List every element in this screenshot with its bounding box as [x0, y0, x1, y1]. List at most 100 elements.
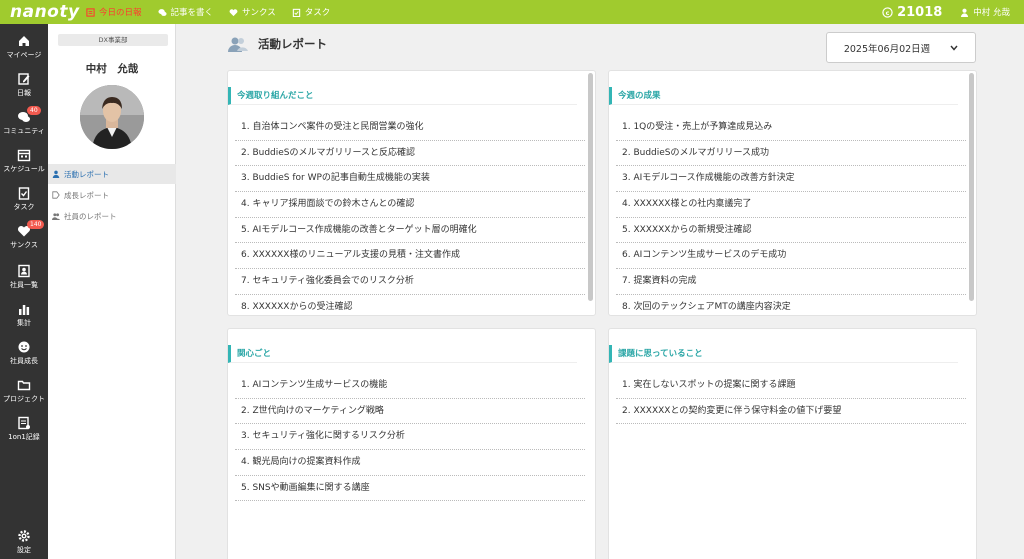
sidebar-item-daily[interactable]: 日報	[0, 72, 48, 98]
diary-icon	[86, 7, 95, 17]
thanks-badge: 140	[27, 220, 45, 229]
list-item: 2. BuddieSのメルマガリリースと反応確認	[235, 141, 585, 167]
points-value: 21018	[897, 4, 943, 20]
user-icon	[52, 170, 60, 178]
user-menu[interactable]: 中村 允哉	[960, 6, 1010, 18]
sidebar-item-task[interactable]: タスク	[0, 186, 48, 212]
community-badge: 40	[27, 106, 41, 115]
top-right: c 21018 中村 允哉	[882, 5, 1024, 20]
subnav-label: 活動レポート	[64, 169, 109, 179]
gear-icon	[18, 530, 30, 542]
topnav-write-article[interactable]: 記事を書く	[157, 6, 214, 18]
calendar-icon	[17, 149, 31, 162]
panel-title: 今週取り組んだこと	[228, 87, 577, 105]
list-item: 5. SNSや動画編集に関する講座	[235, 476, 585, 502]
list-item: 7. 提案資料の完成	[616, 269, 966, 295]
sidebar-item-community[interactable]: 40 コミュニティ	[0, 106, 48, 136]
sidebar-item-project[interactable]: プロジェクト	[0, 378, 48, 404]
topnav-daily-report-label: 今日の日報	[99, 8, 142, 18]
this-week-list: 1. 自治体コンペ案件の受注と民間営業の強化 2. BuddieSのメルマガリリー…	[235, 115, 585, 315]
bar-chart-icon	[19, 305, 30, 315]
interests-list: 1. AIコンテンツ生成サービスの機能 2. Z世代向けのマーケティング戦略 3. …	[235, 373, 585, 502]
clipboard-icon	[18, 187, 30, 200]
list-item: 8. XXXXXXからの受注確認	[235, 295, 585, 315]
folder-icon	[17, 380, 31, 391]
panel-issues: 課題に思っていること 1. 実在しないスポットの提案に関する課題 2. XXXXX…	[608, 328, 977, 559]
list-item: 6. AIコンテンツ生成サービスのデモ成功	[616, 243, 966, 270]
scrollbar[interactable]	[969, 73, 974, 301]
sidebar-item-label: 集計	[17, 319, 31, 327]
user-icon	[961, 8, 969, 17]
profile-sidebar: DX事業部 中村 允哉 活動レポート 成長レポート 社員のレポート	[48, 24, 176, 559]
list-item: 6. XXXXXX様のリニューアル支援の見積・注文書作成	[235, 243, 585, 270]
topnav-daily-report[interactable]: 今日の日報	[86, 6, 142, 18]
subnav-activity-report[interactable]: 活動レポート	[48, 164, 176, 184]
coin-icon: c	[882, 6, 893, 18]
list-item: 2. XXXXXXとの契約変更に伴う保守料金の値下げ要望	[616, 399, 966, 425]
list-item: 4. キャリア採用面談での鈴木さんとの確認	[235, 192, 585, 218]
sidebar-item-label: 社員一覧	[10, 281, 38, 289]
topnav-task[interactable]: タスク	[292, 6, 331, 18]
sidebar-item-schedule[interactable]: スケジュール	[0, 148, 48, 174]
list-item: 2. BuddieSのメルマガリリース成功	[616, 141, 966, 167]
heart-icon	[229, 8, 238, 16]
subnav-growth-report[interactable]: 成長レポート	[48, 185, 176, 205]
sidebar-item-members[interactable]: 社員一覧	[0, 264, 48, 290]
sidebar-item-label: 1on1記録	[8, 433, 40, 441]
users-icon	[52, 213, 60, 220]
sidebar-item-label: プロジェクト	[3, 395, 45, 403]
list-item: 3. セキュリティ強化に関するリスク分析	[235, 424, 585, 451]
sidebar-item-1on1[interactable]: 1on1記録	[0, 416, 48, 442]
subnav-label: 成長レポート	[64, 190, 109, 200]
sidebar-item-thanks[interactable]: 140 サンクス	[0, 220, 48, 250]
sidebar-item-label: 社員成長	[10, 357, 38, 365]
top-nav: 今日の日報 記事を書く サンクス タスク	[86, 6, 346, 18]
department-label: DX事業部	[58, 34, 168, 46]
sidebar-item-mypage[interactable]: マイページ	[0, 34, 48, 60]
icon-sidebar: マイページ 日報 40 コミュニティ スケジュール タスク 140 サンクス 社…	[0, 24, 48, 559]
list-item: 3. AIモデルコース作成機能の改善方針決定	[616, 166, 966, 193]
list-item: 5. AIモデルコース作成機能の改善とターゲット層の明確化	[235, 218, 585, 244]
user-name: 中村 允哉	[973, 8, 1010, 18]
users-icon	[228, 37, 248, 52]
sidebar-item-settings[interactable]: 設定	[0, 529, 48, 555]
sidebar-item-label: 日報	[17, 89, 31, 97]
points-display[interactable]: c 21018	[882, 5, 942, 20]
sidebar-item-label: マイページ	[6, 51, 42, 59]
sidebar-item-stats[interactable]: 集計	[0, 302, 48, 328]
results-list: 1. 1Qの受注・売上が予算達成見込み 2. BuddieSのメルマガリリース成功…	[616, 115, 966, 315]
list-item: 1. 1Qの受注・売上が予算達成見込み	[616, 115, 966, 141]
list-item: 4. XXXXXX様との社内稟議完了	[616, 192, 966, 218]
panel-this-week: 今週取り組んだこと 1. 自治体コンペ案件の受注と民間営業の強化 2. Buddi…	[227, 70, 596, 316]
app-logo[interactable]: nanoty	[0, 2, 80, 22]
panel-title: 今週の成果	[609, 87, 958, 105]
panel-title: 課題に思っていること	[609, 345, 958, 363]
panel-title: 関心ごと	[228, 345, 577, 363]
week-select[interactable]: 2025年06月02日週	[826, 32, 976, 63]
top-bar: nanoty 今日の日報 記事を書く サンクス タスク c 21018 中村 允…	[0, 0, 1024, 24]
edit-icon	[18, 73, 30, 85]
subnav-member-report[interactable]: 社員のレポート	[48, 206, 176, 226]
home-icon	[19, 36, 29, 46]
panel-results: 今週の成果 1. 1Qの受注・売上が予算達成見込み 2. BuddieSのメルマガ…	[608, 70, 977, 316]
id-card-icon	[18, 264, 30, 278]
sidebar-item-label: タスク	[13, 203, 35, 211]
list-item: 2. Z世代向けのマーケティング戦略	[235, 399, 585, 425]
list-item: 5. XXXXXXからの新規受注確認	[616, 218, 966, 244]
chevron-down-icon	[950, 45, 958, 51]
list-item: 7. セキュリティ強化委員会でのリスク分析	[235, 269, 585, 295]
tag-icon	[52, 191, 60, 199]
topnav-thanks-label: サンクス	[242, 8, 276, 18]
list-item: 3. BuddieS for WPの記事自動生成機能の実装	[235, 166, 585, 193]
note-icon	[18, 416, 30, 430]
task-icon	[292, 8, 300, 17]
topnav-task-label: タスク	[304, 8, 331, 18]
page-title-text: 活動レポート	[258, 37, 327, 51]
panel-interests: 関心ごと 1. AIコンテンツ生成サービスの機能 2. Z世代向けのマーケティング…	[227, 328, 596, 559]
sidebar-item-label: コミュニティ	[3, 127, 45, 135]
topnav-thanks[interactable]: サンクス	[229, 6, 276, 18]
scrollbar[interactable]	[588, 73, 593, 301]
sidebar-item-growth[interactable]: 社員成長	[0, 340, 48, 366]
topnav-write-article-label: 記事を書く	[170, 8, 214, 18]
list-item: 8. 次回のテックシェアMTの講座内容決定	[616, 295, 966, 315]
